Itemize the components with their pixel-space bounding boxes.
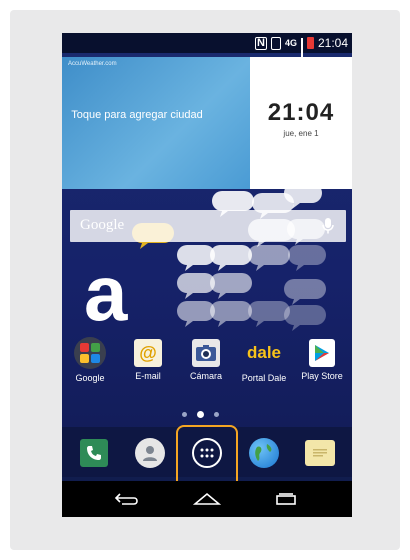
status-time: 21:04 <box>317 36 348 50</box>
battery-icon <box>306 37 314 49</box>
page-dot[interactable] <box>214 412 219 417</box>
camera-icon <box>192 339 220 367</box>
google-folder-icon <box>74 337 106 369</box>
app-camera[interactable]: Cámara <box>178 337 234 381</box>
clock-time: 21:04 <box>267 99 335 126</box>
recents-button[interactable] <box>268 489 304 509</box>
status-bar: N 4G 21:04 <box>62 33 352 65</box>
page-dot-active[interactable] <box>197 411 204 418</box>
app-play-store[interactable]: Play Store <box>294 337 350 381</box>
recents-icon <box>276 493 296 505</box>
browser-icon <box>249 438 279 468</box>
clock-date: jue, ene 1 <box>283 129 319 138</box>
vibrate-icon <box>270 36 281 50</box>
microphone-icon[interactable] <box>322 218 334 239</box>
app-label: Portal Dale <box>241 373 287 383</box>
data-icon: 4G <box>284 38 297 48</box>
accuweather-logo: AccuWeather.com <box>68 61 117 67</box>
phone-icon <box>80 439 108 467</box>
apps-drawer-highlight <box>176 425 238 489</box>
contacts-icon <box>135 438 165 468</box>
home-icon <box>193 492 221 505</box>
dock-browser[interactable] <box>246 435 282 471</box>
email-icon: @ <box>134 339 162 367</box>
home-button[interactable] <box>189 489 225 509</box>
weather-add-city-text: Toque para agregar ciudad <box>71 109 203 121</box>
page-indicator <box>182 411 219 418</box>
app-label: E-mail <box>135 371 161 381</box>
clock-widget[interactable]: 21:04 jue, ene 1 <box>250 57 352 189</box>
app-portal-dale[interactable]: dale Portal Dale <box>236 337 292 383</box>
messaging-icon <box>305 440 335 466</box>
dock-phone[interactable] <box>76 435 112 471</box>
app-google-folder[interactable]: Google <box>62 337 118 383</box>
dale-logo-letter: a <box>84 249 128 337</box>
navigation-bar <box>62 481 352 517</box>
back-button[interactable] <box>110 489 146 509</box>
weather-widget[interactable]: AccuWeather.com Toque para agregar ciuda… <box>62 57 250 189</box>
app-label: Google <box>75 373 105 383</box>
google-search-label: Google <box>80 217 125 233</box>
dale-icon-text: dale <box>246 343 282 362</box>
app-label: Cámara <box>189 371 222 381</box>
back-icon <box>114 493 138 505</box>
app-email[interactable]: @ E-mail <box>120 337 176 381</box>
play-store-icon <box>309 339 335 367</box>
dale-icon: dale <box>246 337 282 369</box>
nfc-icon: N <box>255 36 267 50</box>
google-search-bar[interactable]: Google <box>70 210 346 242</box>
app-shortcuts-row: Google @ E-mail Cámara dale Portal Dale … <box>62 337 352 387</box>
phone-screen: N 4G 21:04 AccuWeather.com Toque para ag… <box>62 33 352 517</box>
dock-contacts[interactable] <box>132 435 168 471</box>
page-dot[interactable] <box>182 412 187 417</box>
signal-icon <box>300 37 303 65</box>
app-label: Play Store <box>301 371 343 381</box>
dock-messaging[interactable] <box>302 435 338 471</box>
